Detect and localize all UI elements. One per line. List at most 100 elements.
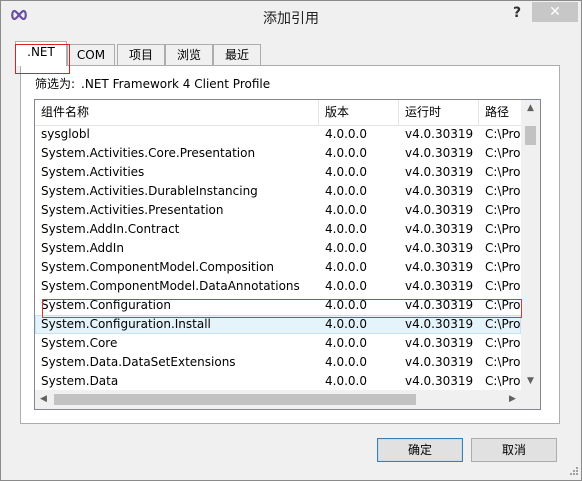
cell-path: C:\Pro bbox=[485, 355, 521, 369]
table-row[interactable]: System.Core 4.0.0.0 v4.0.30319 C:\Pro bbox=[35, 334, 521, 353]
cell-name: System.AddIn bbox=[41, 241, 124, 255]
cell-runtime: v4.0.30319 bbox=[405, 184, 474, 198]
vertical-scrollbar[interactable]: ▲ ▼ bbox=[521, 100, 540, 390]
cell-runtime: v4.0.30319 bbox=[405, 374, 474, 388]
horizontal-scrollbar[interactable]: ◀ ▶ bbox=[35, 390, 521, 409]
cell-name: System.Activities.Core.Presentation bbox=[41, 146, 256, 160]
cell-name: System.Data.DataSetExtensions bbox=[41, 355, 236, 369]
scroll-left-icon[interactable]: ◀ bbox=[35, 390, 52, 409]
cell-path: C:\Pro bbox=[485, 203, 521, 217]
list-rows: sysglobl 4.0.0.0 v4.0.30319 C:\Pro System.Ac… bbox=[35, 125, 521, 391]
cell-version: 4.0.0.0 bbox=[325, 279, 367, 293]
cell-version: 4.0.0.0 bbox=[325, 203, 367, 217]
tab-projects[interactable]: 项目 bbox=[117, 44, 165, 65]
component-list[interactable]: 组件名称 版本 运行时 路径 sysglobl 4.0.0.0 v4.0.30319… bbox=[34, 99, 541, 410]
cell-path: C:\Pro bbox=[485, 184, 521, 198]
cell-path: C:\Pro bbox=[485, 279, 521, 293]
column-header-runtime[interactable]: 运行时 bbox=[399, 100, 479, 125]
tab-recent[interactable]: 最近 bbox=[213, 44, 261, 65]
tab-com[interactable]: COM bbox=[67, 44, 115, 65]
cell-version: 4.0.0.0 bbox=[325, 260, 367, 274]
cell-name: System.Data bbox=[41, 374, 119, 388]
cell-path: C:\Pro bbox=[485, 298, 521, 312]
window-title: 添加引用 bbox=[263, 11, 319, 27]
cell-path: C:\Pro bbox=[485, 374, 521, 388]
help-button[interactable]: ? bbox=[504, 2, 530, 24]
cell-runtime: v4.0.30319 bbox=[405, 241, 474, 255]
tab-dotnet[interactable]: .NET bbox=[15, 41, 67, 66]
cell-name: System.AddIn.Contract bbox=[41, 222, 180, 236]
cell-name: System.Activities bbox=[41, 165, 145, 179]
cell-runtime: v4.0.30319 bbox=[405, 127, 474, 141]
cell-runtime: v4.0.30319 bbox=[405, 222, 474, 236]
ok-button[interactable]: 确定 bbox=[377, 438, 463, 462]
filter-label: 筛选为: bbox=[35, 77, 76, 91]
cell-path: C:\Pro bbox=[485, 222, 521, 236]
resize-grip-icon[interactable] bbox=[567, 466, 579, 478]
cell-version: 4.0.0.0 bbox=[325, 355, 367, 369]
table-row[interactable]: System.Data 4.0.0.0 v4.0.30319 C:\Pro bbox=[35, 372, 521, 391]
cell-version: 4.0.0.0 bbox=[325, 127, 367, 141]
table-row[interactable]: System.ComponentModel.DataAnnotations 4.0… bbox=[35, 277, 521, 296]
cell-name: System.Configuration.Install bbox=[41, 317, 211, 331]
cell-version: 4.0.0.0 bbox=[325, 374, 367, 388]
filter-info: 筛选为: .NET Framework 4 Client Profile bbox=[35, 75, 270, 92]
cell-path: C:\Pro bbox=[485, 317, 521, 331]
cell-runtime: v4.0.30319 bbox=[405, 298, 474, 312]
cell-runtime: v4.0.30319 bbox=[405, 317, 474, 331]
column-header-version[interactable]: 版本 bbox=[319, 100, 399, 125]
cell-path: C:\Pro bbox=[485, 165, 521, 179]
cell-name: System.ComponentModel.Composition bbox=[41, 260, 275, 274]
table-row[interactable]: System.AddIn.Contract 4.0.0.0 v4.0.30319 C:… bbox=[35, 220, 521, 239]
horizontal-scroll-thumb[interactable] bbox=[54, 394, 416, 405]
cell-path: C:\Pro bbox=[485, 241, 521, 255]
table-row[interactable]: System.Configuration 4.0.0.0 v4.0.30319 C:\… bbox=[35, 296, 521, 315]
cell-runtime: v4.0.30319 bbox=[405, 336, 474, 350]
cell-path: C:\Pro bbox=[485, 260, 521, 274]
table-row[interactable]: sysglobl 4.0.0.0 v4.0.30319 C:\Pro bbox=[35, 125, 521, 144]
cell-name: System.Core bbox=[41, 336, 118, 350]
cell-version: 4.0.0.0 bbox=[325, 184, 367, 198]
scroll-right-icon[interactable]: ▶ bbox=[504, 390, 521, 409]
cell-runtime: v4.0.30319 bbox=[405, 146, 474, 160]
filter-value: .NET Framework 4 Client Profile bbox=[81, 77, 271, 91]
list-header: 组件名称 版本 运行时 路径 bbox=[35, 100, 521, 126]
cell-version: 4.0.0.0 bbox=[325, 146, 367, 160]
column-header-name[interactable]: 组件名称 bbox=[35, 100, 319, 125]
add-reference-dialog: 添加引用 ? ✕ .NET COM 项目 浏览 最近 筛选为: .NET Fram… bbox=[0, 0, 582, 481]
table-row[interactable]: System.AddIn 4.0.0.0 v4.0.30319 C:\Pro bbox=[35, 239, 521, 258]
scroll-down-icon[interactable]: ▼ bbox=[521, 373, 540, 390]
cell-version: 4.0.0.0 bbox=[325, 222, 367, 236]
cell-name: System.Activities.DurableInstancing bbox=[41, 184, 258, 198]
cell-runtime: v4.0.30319 bbox=[405, 260, 474, 274]
cancel-button[interactable]: 取消 bbox=[471, 438, 557, 462]
cell-version: 4.0.0.0 bbox=[325, 298, 367, 312]
cell-version: 4.0.0.0 bbox=[325, 241, 367, 255]
tab-browse[interactable]: 浏览 bbox=[165, 44, 213, 65]
scroll-up-icon[interactable]: ▲ bbox=[521, 100, 540, 117]
vertical-scroll-thumb[interactable] bbox=[525, 126, 536, 145]
cell-runtime: v4.0.30319 bbox=[405, 203, 474, 217]
cell-runtime: v4.0.30319 bbox=[405, 355, 474, 369]
table-row[interactable]: System.ComponentModel.Composition 4.0.0.0… bbox=[35, 258, 521, 277]
close-button[interactable]: ✕ bbox=[532, 2, 578, 22]
title-bar: 添加引用 ? ✕ bbox=[1, 1, 581, 31]
cell-version: 4.0.0.0 bbox=[325, 165, 367, 179]
table-row[interactable]: System.Activities.DurableInstancing 4.0.0… bbox=[35, 182, 521, 201]
cell-version: 4.0.0.0 bbox=[325, 317, 367, 331]
table-row[interactable]: System.Activities.Presentation 4.0.0.0 v4.… bbox=[35, 201, 521, 220]
cell-runtime: v4.0.30319 bbox=[405, 165, 474, 179]
cell-name: System.Configuration bbox=[41, 298, 171, 312]
table-row[interactable]: System.Data.DataSetExtensions 4.0.0.0 v4.0… bbox=[35, 353, 521, 372]
cell-name: sysglobl bbox=[41, 127, 90, 141]
table-row[interactable]: System.Configuration.Install 4.0.0.0 v4.0.… bbox=[35, 315, 521, 334]
cell-path: C:\Pro bbox=[485, 336, 521, 350]
cell-name: System.Activities.Presentation bbox=[41, 203, 224, 217]
tab-panel: 筛选为: .NET Framework 4 Client Profile 组件名称… bbox=[20, 65, 560, 424]
column-header-path[interactable]: 路径 bbox=[479, 100, 521, 125]
cell-runtime: v4.0.30319 bbox=[405, 279, 474, 293]
table-row[interactable]: System.Activities 4.0.0.0 v4.0.30319 C:\Pro bbox=[35, 163, 521, 182]
cell-name: System.ComponentModel.DataAnnotations bbox=[41, 279, 300, 293]
cell-version: 4.0.0.0 bbox=[325, 336, 367, 350]
table-row[interactable]: System.Activities.Core.Presentation 4.0.0… bbox=[35, 144, 521, 163]
